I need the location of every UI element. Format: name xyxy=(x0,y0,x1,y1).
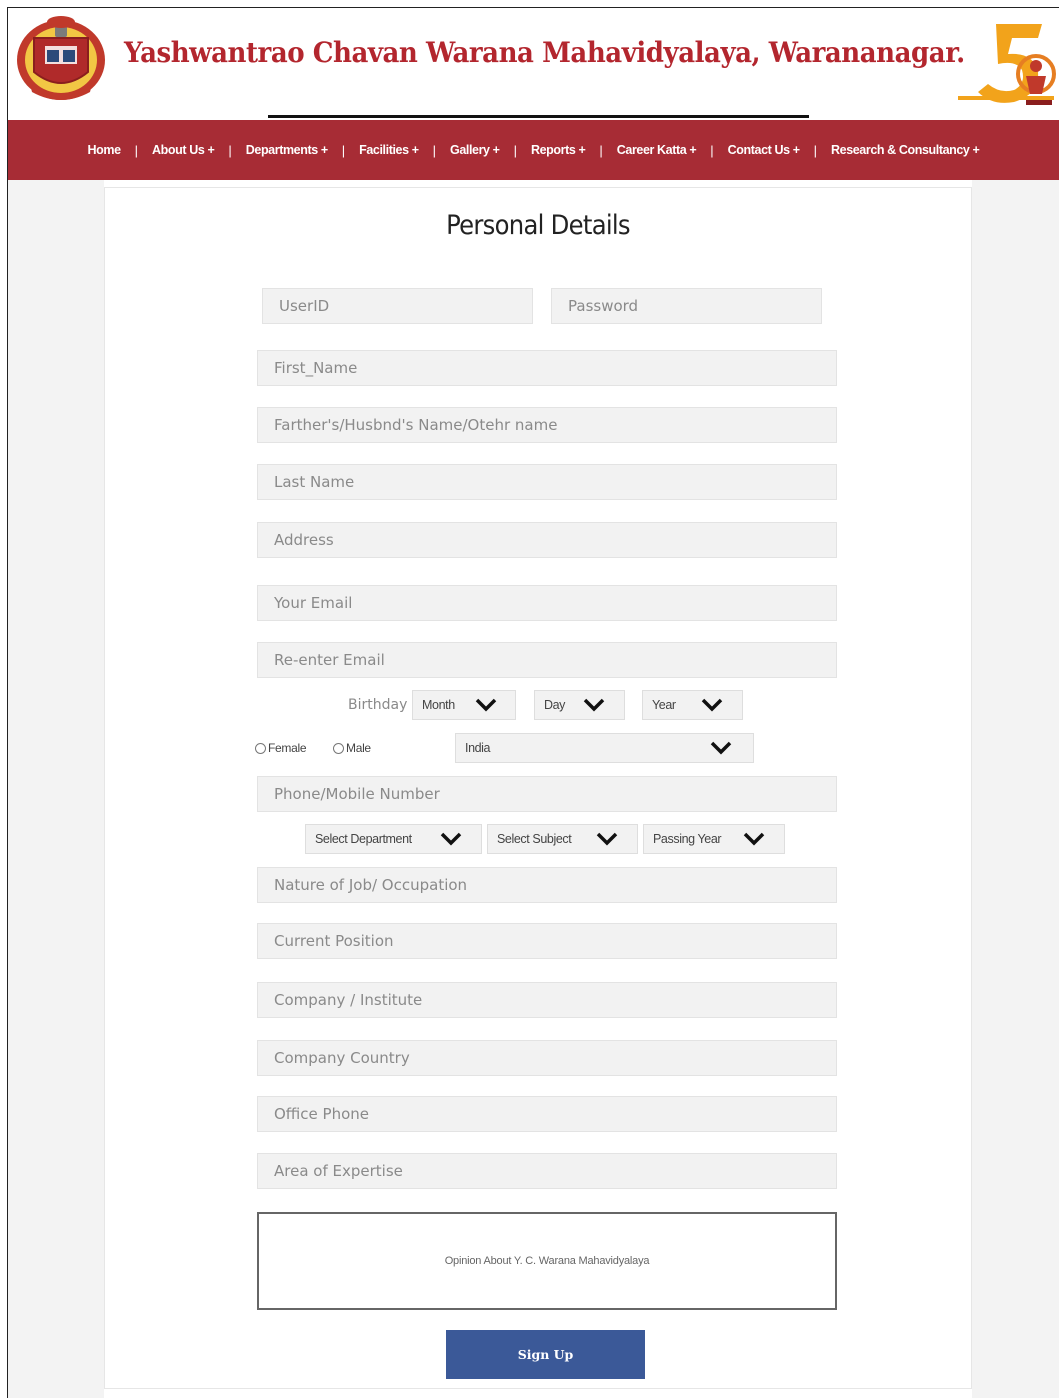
company-country-input[interactable] xyxy=(274,1041,836,1075)
company-input[interactable] xyxy=(274,983,836,1017)
birth-year-value: Year xyxy=(652,698,676,712)
current-position-input[interactable] xyxy=(274,924,836,958)
female-label: Female xyxy=(268,741,307,755)
company-field[interactable] xyxy=(257,982,837,1018)
middle-name-input[interactable] xyxy=(274,408,836,442)
userid-field[interactable] xyxy=(262,288,533,324)
nav-contact-us[interactable]: Contact Us + xyxy=(728,143,800,157)
password-input[interactable] xyxy=(568,289,821,323)
chevron-down-icon xyxy=(710,741,732,755)
chevron-down-icon xyxy=(475,698,497,712)
male-label: Male xyxy=(346,741,371,755)
email-field[interactable] xyxy=(257,585,837,621)
chevron-down-icon xyxy=(440,832,462,846)
reemail-input[interactable] xyxy=(274,643,836,677)
reemail-field[interactable] xyxy=(257,642,837,678)
chevron-down-icon xyxy=(583,698,605,712)
nav-departments[interactable]: Departments + xyxy=(246,143,328,157)
first-name-field[interactable] xyxy=(257,350,837,386)
nav-separator: | xyxy=(599,142,603,158)
birth-month-select[interactable]: Month xyxy=(412,690,516,720)
opinion-textarea[interactable]: Opinion About Y. C. Warana Mahavidyalaya xyxy=(257,1212,837,1310)
expertise-input[interactable] xyxy=(274,1154,836,1188)
birth-year-select[interactable]: Year xyxy=(642,690,743,720)
address-field[interactable] xyxy=(257,522,837,558)
last-name-field[interactable] xyxy=(257,464,837,500)
birthday-label: Birthday xyxy=(348,697,408,713)
nav-gallery[interactable]: Gallery + xyxy=(450,143,500,157)
signup-button[interactable]: Sign Up xyxy=(446,1330,645,1379)
gender-female-option[interactable]: Female xyxy=(255,741,307,755)
passing-year-select[interactable]: Passing Year xyxy=(643,824,785,854)
last-name-input[interactable] xyxy=(274,465,836,499)
current-position-field[interactable] xyxy=(257,923,837,959)
country-select[interactable]: India xyxy=(455,733,754,763)
form-title: Personal Details xyxy=(446,210,630,241)
phone-input[interactable] xyxy=(274,777,836,811)
company-country-field[interactable] xyxy=(257,1040,837,1076)
occupation-input[interactable] xyxy=(274,868,836,902)
fifty-years-anniversary-icon xyxy=(956,18,1056,108)
female-radio[interactable] xyxy=(255,742,266,754)
office-phone-input[interactable] xyxy=(274,1097,836,1131)
subject-select[interactable]: Select Subject xyxy=(487,824,638,854)
nav-about-us[interactable]: About Us + xyxy=(152,143,215,157)
nav-career-katta[interactable]: Career Katta + xyxy=(617,143,697,157)
nav-separator: | xyxy=(341,142,346,158)
birth-day-select[interactable]: Day xyxy=(534,690,625,720)
college-emblem-icon[interactable] xyxy=(12,10,110,106)
chevron-down-icon xyxy=(701,698,723,712)
nav-separator: | xyxy=(813,142,818,158)
first-name-input[interactable] xyxy=(274,351,836,385)
email-input[interactable] xyxy=(274,586,836,620)
header-divider xyxy=(268,115,809,118)
main-navbar: Home | About Us + | Departments + | Faci… xyxy=(8,120,1059,180)
address-input[interactable] xyxy=(274,523,836,557)
nav-separator: | xyxy=(228,142,232,158)
birth-month-value: Month xyxy=(422,698,455,712)
occupation-field[interactable] xyxy=(257,867,837,903)
page-background-right xyxy=(972,180,1059,1398)
department-select[interactable]: Select Department xyxy=(305,824,482,854)
chevron-down-icon xyxy=(743,832,765,846)
country-value: India xyxy=(465,741,491,755)
password-field[interactable] xyxy=(551,288,822,324)
male-radio[interactable] xyxy=(333,742,344,754)
office-phone-field[interactable] xyxy=(257,1096,837,1132)
page-background-left xyxy=(8,180,104,1398)
phone-field[interactable] xyxy=(257,776,837,812)
department-value: Select Department xyxy=(315,832,412,846)
nav-separator: | xyxy=(513,142,517,158)
userid-input[interactable] xyxy=(279,289,532,323)
site-header: Yashwantrao Chavan Warana Mahavidyalaya,… xyxy=(8,8,1059,120)
subject-value: Select Subject xyxy=(497,832,572,846)
expertise-field[interactable] xyxy=(257,1153,837,1189)
gender-male-option[interactable]: Male xyxy=(333,741,371,755)
nav-research-consultancy[interactable]: Research & Consultancy + xyxy=(831,143,980,157)
passing-year-value: Passing Year xyxy=(653,832,722,846)
nav-separator: | xyxy=(432,142,437,158)
nav-separator: | xyxy=(134,142,139,158)
middle-name-field[interactable] xyxy=(257,407,837,443)
birth-day-value: Day xyxy=(544,698,566,712)
nav-facilities[interactable]: Facilities + xyxy=(359,143,419,157)
nav-home[interactable]: Home xyxy=(88,143,122,157)
nav-separator: | xyxy=(710,142,714,158)
site-title: Yashwantrao Chavan Warana Mahavidyalaya,… xyxy=(124,36,965,69)
nav-reports[interactable]: Reports + xyxy=(531,143,586,157)
chevron-down-icon xyxy=(596,832,618,846)
